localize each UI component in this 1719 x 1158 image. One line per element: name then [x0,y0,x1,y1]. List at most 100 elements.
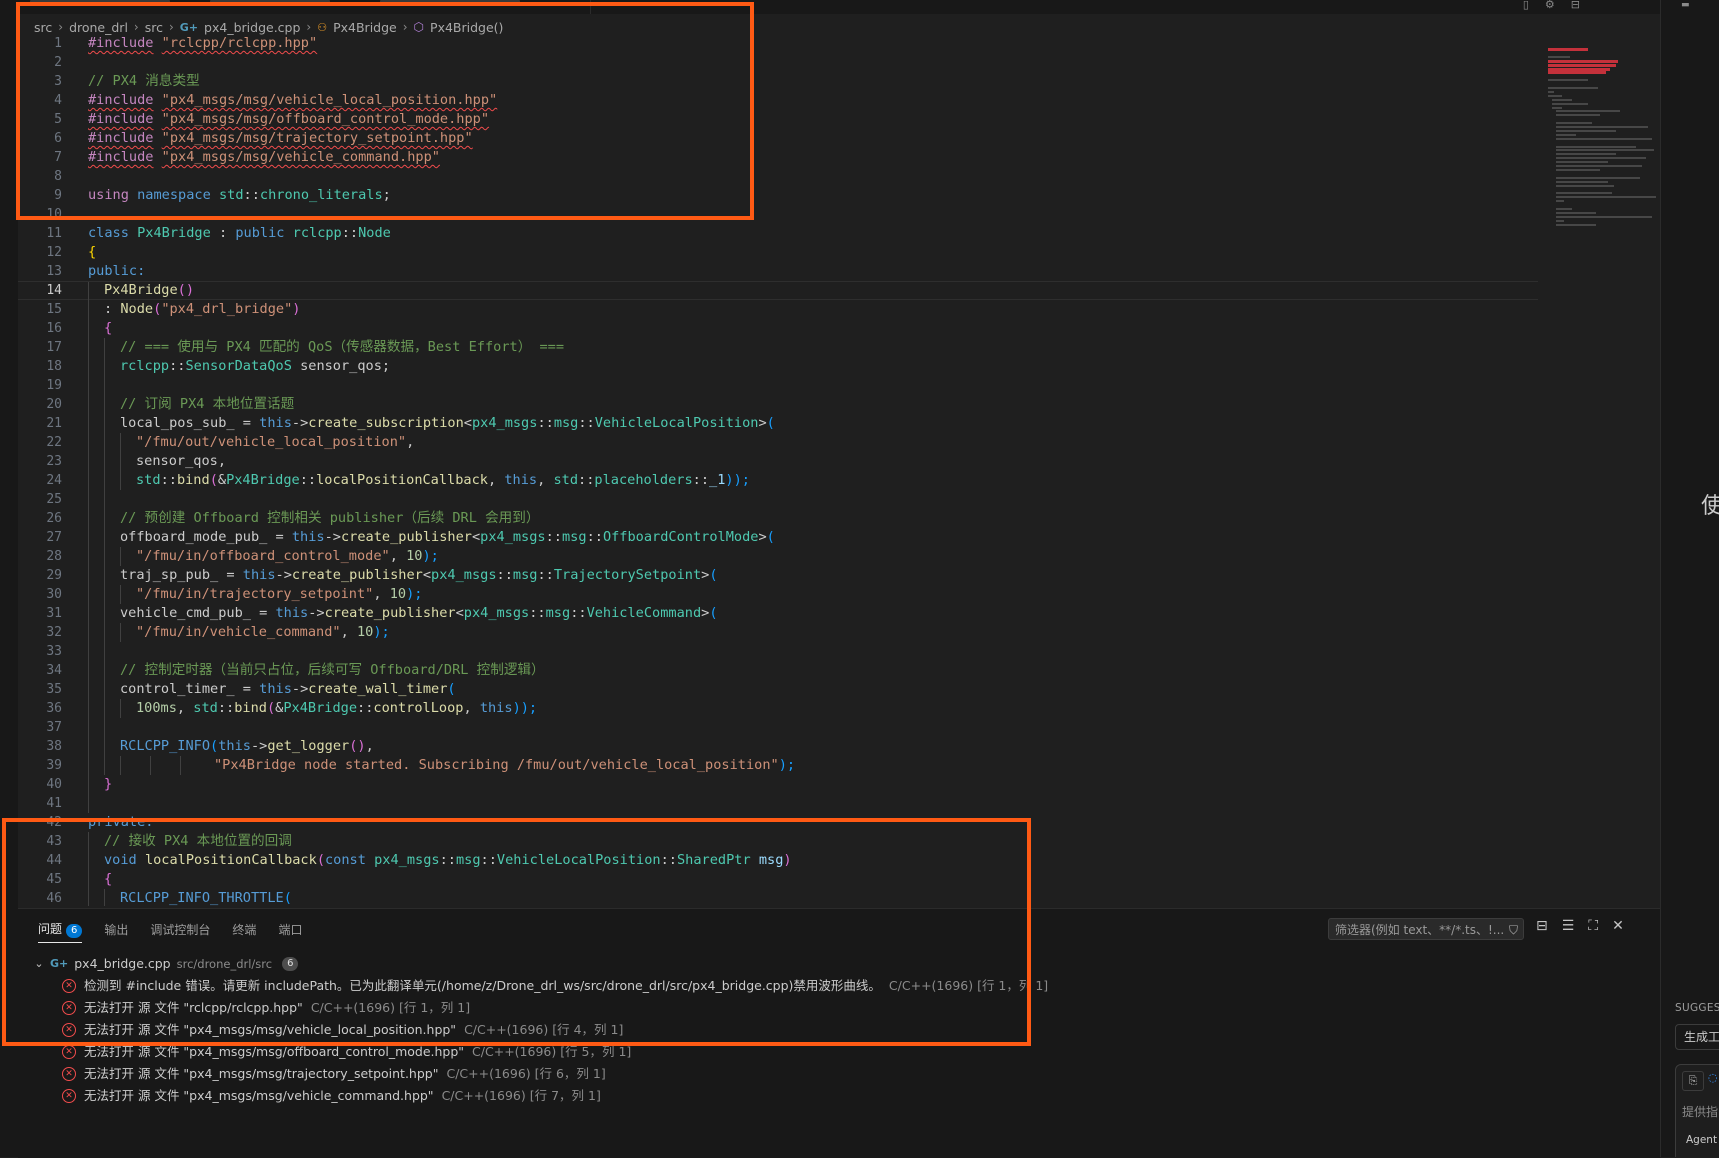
breadcrumb-item[interactable]: drone_drl [69,20,128,35]
line-number: 3 [54,74,62,89]
line-number: 25 [46,492,62,507]
line-number: 23 [46,454,62,469]
indent-guide [104,889,105,906]
code-line: 26 // 预创建 Offboard 控制相关 publisher（后续 DRL … [18,509,1538,528]
breadcrumb-item[interactable]: src [145,20,163,35]
indent-guide [120,699,121,718]
code-area[interactable]: 1 #include "rclcpp/rclcpp.hpp" 2 3 // PX4 … [18,34,1538,906]
indent-guide [104,566,105,585]
chat-input-box[interactable]: ⎘ ◌ 提供指 Agent [1675,1064,1719,1157]
chat-input-placeholder: 提供指 [1682,1105,1719,1119]
problem-row[interactable]: ✕ 无法打开 源 文件 "px4_msgs/msg/vehicle_local_p… [30,1019,1660,1041]
context-icon[interactable]: ◌ [1708,1071,1718,1084]
gear-icon[interactable]: ⚙ [1545,0,1555,10]
code-text: "Px4Bridge node started. Subscribing /fm… [214,757,796,773]
attach-icon[interactable]: ⎘ [1682,1071,1704,1091]
problem-source: C/C++(1696) [行 4，列 1] [464,1022,624,1037]
minimap-line [1556,149,1654,152]
minimap[interactable] [1548,48,1660,228]
minimap-line [1548,48,1588,51]
indent-guide [120,452,121,471]
code-line: 19 [18,376,1538,395]
problem-row[interactable]: ✕ 无法打开 源 文件 "rclcpp/rclcpp.hpp" C/C++(1696… [30,997,1660,1019]
indent-guide [150,756,151,775]
indent-guide [88,604,89,623]
code-comment: // 预创建 Offboard 控制相关 publisher（后续 DRL 会用… [120,510,540,526]
code-text: using namespace std::chrono_literals; [88,187,391,203]
indent-guide [104,338,105,357]
code-editor[interactable]: src › drone_drl › src › G+ px4_bridge.cpp › ⚇… [18,14,1670,918]
code-line: 24 std::bind(&Px4Bridge::localPositionCal… [18,471,1538,490]
breadcrumb-item[interactable]: src [34,20,52,35]
code-line: 37 [18,718,1538,737]
word-wrap-icon[interactable]: ☰ [1562,918,1575,934]
error-circle-icon: ✕ [62,1023,76,1037]
line-number: 8 [54,169,62,184]
code-line: 45 { [18,870,1538,889]
cpp-file-icon: G+ [50,957,69,970]
problem-row[interactable]: ✕ 无法打开 源 文件 "px4_msgs/msg/offboard_contro… [30,1041,1660,1063]
filter-icon[interactable]: ⛉ [1509,919,1518,939]
problem-row[interactable]: ✕ 无法打开 源 文件 "px4_msgs/msg/vehicle_command… [30,1085,1660,1107]
sidebar-tab-indicator[interactable]: ▬ [1681,0,1690,10]
maximize-icon[interactable]: ⛶ [1588,918,1598,934]
code-line: 11 class Px4Bridge : public rclcpp::Node [18,224,1538,243]
problem-row[interactable]: ✕ 无法打开 源 文件 "px4_msgs/msg/trajectory_setp… [30,1063,1660,1085]
code-text: #include "px4_msgs/msg/trajectory_setpoi… [88,130,473,146]
minimap-line [1556,153,1616,156]
code-text: vehicle_cmd_pub_ = this->create_publishe… [120,605,718,621]
line-number: 28 [46,549,62,564]
panel-tabs: 问题 6 输出 调试控制台 终端 端口 [38,917,302,943]
code-text: rclcpp::SensorDataQoS sensor_qos; [120,358,391,374]
chevron-right-icon: › [58,20,64,34]
code-text: #include "px4_msgs/msg/offboard_control_… [88,111,490,127]
indent-guide [88,889,89,906]
code-line: 13 public: [18,262,1538,281]
minimap-line [1556,180,1608,183]
close-icon[interactable]: ✕ [1612,918,1624,934]
editor-tab[interactable] [380,0,520,6]
indent-guide [120,547,121,566]
indent-guide [88,756,89,775]
code-line: 39 "Px4Bridge node started. Subscribing /… [18,756,1538,775]
code-text: offboard_mode_pub_ = this->create_publis… [120,529,775,545]
code-line: 15: Node("px4_drl_bridge") [18,300,1538,319]
layout-icon[interactable]: ⊟ [1571,0,1580,10]
split-editor-icon[interactable]: ▯ [1523,0,1529,10]
indent-guide [88,376,89,395]
tab-debug-console[interactable]: 调试控制台 [150,921,210,938]
filter-input[interactable]: 筛选器(例如 text、**/*.ts、!... ⛉ [1328,918,1524,940]
minimap-line [1552,102,1588,105]
tab-ports[interactable]: 端口 [278,921,302,938]
collapse-all-icon[interactable]: ⊟ [1536,918,1548,934]
activity-bar [0,0,18,1157]
class-icon: ⚇ [317,20,328,34]
breadcrumb-item[interactable]: Px4Bridge [333,20,397,35]
breadcrumb-item[interactable]: px4_bridge.cpp [204,20,300,35]
line-number: 31 [46,606,62,621]
minimap-line [1556,168,1600,171]
chevron-down-icon[interactable]: ⌄ [30,953,48,975]
tab-problems[interactable]: 问题 6 [38,920,83,943]
indent-guide [104,490,105,509]
suggestion-button[interactable]: 生成工 [1675,1024,1719,1050]
code-text: RCLCPP_INFO_THROTTLE( [120,890,292,906]
breadcrumb-item[interactable]: Px4Bridge() [430,20,503,35]
line-number: 43 [46,834,62,849]
agent-mode-label[interactable]: Agent [1686,1134,1717,1146]
sidebar-heading: 使 [1701,488,1719,520]
indent-guide [104,737,105,756]
indent-guide [104,376,105,395]
minimap-line [1556,184,1614,187]
minimap-line [1556,161,1608,164]
problem-row[interactable]: ✕ 检测到 #include 错误。请更新 includePath。已为此翻译单元… [30,975,1660,997]
problem-file-row[interactable]: ⌄ G+ px4_bridge.cpp src/drone_drl/src 6 [30,953,1660,975]
code-line: 1 #include "rclcpp/rclcpp.hpp" [18,34,1538,53]
tab-terminal[interactable]: 终端 [232,921,256,938]
code-line: 9 using namespace std::chrono_literals; [18,186,1538,205]
tab-output[interactable]: 输出 [104,921,128,938]
editor-tab[interactable] [210,0,330,6]
indent-guide [104,395,105,414]
editor-tab[interactable] [30,0,170,6]
indent-guide [88,566,89,585]
